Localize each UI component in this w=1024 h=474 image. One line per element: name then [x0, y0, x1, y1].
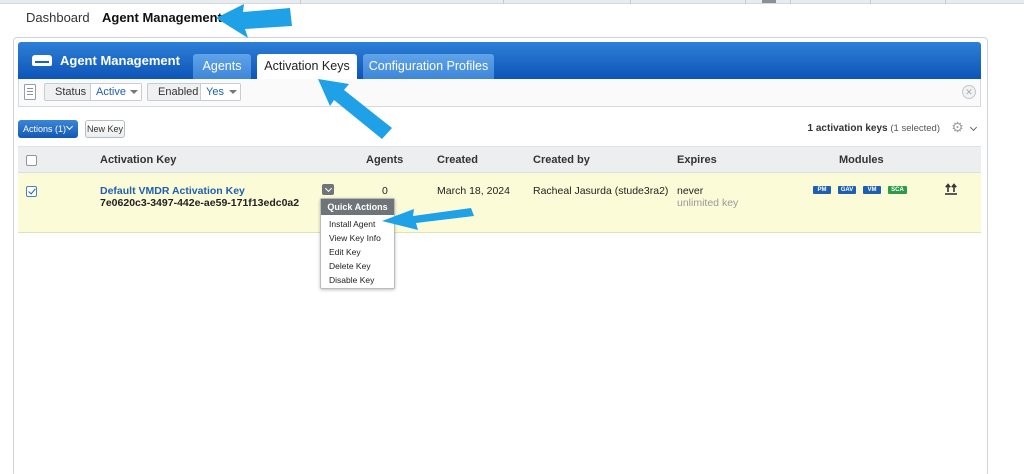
selected-count: (1 selected)	[890, 123, 940, 134]
status-filter[interactable]: Status Active	[44, 83, 142, 101]
gear-icon[interactable]: ⚙	[951, 120, 964, 134]
new-key-button[interactable]: New Key	[85, 120, 125, 138]
row-checkbox[interactable]	[26, 186, 37, 197]
agents-count: 0	[382, 185, 388, 197]
column-agents[interactable]: Agents	[366, 147, 403, 173]
filter-bar: Status Active Enabled Yes ✕	[18, 79, 981, 107]
quick-actions-title: Quick Actions	[321, 199, 394, 215]
created-date: March 18, 2024	[437, 185, 510, 197]
expires-note: unlimited key	[677, 197, 739, 209]
annotation-arrow	[216, 4, 292, 38]
module-title: Agent Management	[60, 53, 180, 68]
expires-value: never	[677, 185, 704, 197]
table-row[interactable]: Default VMDR Activation Key 7e0620c3-349…	[18, 173, 981, 233]
column-created[interactable]: Created	[437, 147, 478, 173]
select-all-checkbox[interactable]	[26, 155, 37, 166]
activation-key-name[interactable]: Default VMDR Activation Key	[100, 185, 245, 197]
quick-actions-menu: Quick Actions Install Agent View Key Inf…	[320, 198, 395, 289]
enabled-filter-label: Enabled	[158, 86, 199, 98]
column-created-by[interactable]: Created by	[533, 147, 590, 173]
column-expires[interactable]: Expires	[677, 147, 717, 173]
menu-item-install-agent[interactable]: Install Agent	[329, 219, 375, 229]
tab-agents[interactable]: Agents	[193, 54, 251, 79]
status-filter-label: Status	[55, 86, 87, 98]
column-modules[interactable]: Modules	[839, 147, 884, 173]
module-badge-vm: VM	[863, 186, 881, 194]
menu-item-edit-key[interactable]: Edit Key	[329, 247, 361, 257]
transfer-icon[interactable]	[944, 182, 958, 196]
chevron-down-icon	[130, 90, 138, 94]
column-activation-key[interactable]: Activation Key	[100, 147, 176, 173]
tab-configuration-profiles[interactable]: Configuration Profiles	[363, 54, 494, 79]
actions-button[interactable]: Actions (1)	[18, 120, 78, 138]
activation-key-id: 7e0620c3-3497-442e-ae59-171f13edc0a2	[100, 197, 300, 209]
table-header: Activation Key Agents Created Created by…	[18, 146, 981, 173]
agent-management-panel: Agent Management Agents Activation Keys …	[13, 37, 988, 474]
agent-module-icon	[32, 55, 52, 66]
filter-list-icon[interactable]	[24, 84, 36, 100]
module-badge-pm: PM	[813, 186, 831, 194]
nav-dashboard-link[interactable]: Dashboard	[26, 10, 90, 25]
browser-chrome-strip	[0, 0, 1024, 4]
module-badge-gav: GAV	[838, 186, 856, 194]
menu-item-disable-key[interactable]: Disable Key	[329, 275, 374, 285]
chevron-down-icon	[229, 90, 237, 94]
created-by: Racheal Jasurda (stude3ra2)	[533, 185, 669, 197]
chrome-handle	[762, 0, 776, 3]
enabled-filter[interactable]: Enabled Yes	[147, 83, 241, 101]
menu-item-delete-key[interactable]: Delete Key	[329, 261, 371, 271]
module-badge-sca: SCA	[888, 186, 907, 194]
tab-activation-keys[interactable]: Activation Keys	[257, 54, 357, 79]
app-root: Dashboard Agent Management Agent Managem…	[0, 0, 1024, 474]
chevron-down-icon[interactable]	[969, 123, 978, 132]
quick-actions-toggle-icon[interactable]	[322, 184, 334, 195]
nav-agent-management[interactable]: Agent Management	[102, 10, 222, 25]
menu-item-view-key-info[interactable]: View Key Info	[329, 233, 381, 243]
count-text: 1 activation keys	[807, 123, 888, 134]
actions-button-label: Actions (1)	[23, 124, 67, 134]
activation-keys-count: 1 activation keys (1 selected)	[808, 123, 940, 134]
clear-filter-icon[interactable]: ✕	[962, 85, 976, 99]
chevron-down-icon	[65, 122, 74, 131]
module-header: Agent Management Agents Activation Keys …	[18, 42, 981, 79]
